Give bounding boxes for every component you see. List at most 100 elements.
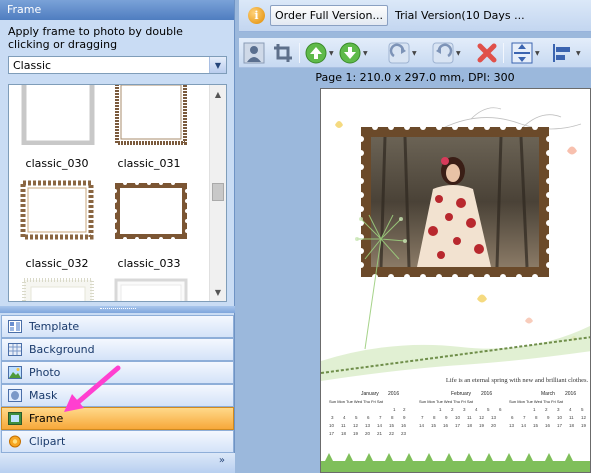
align-left-icon[interactable] xyxy=(551,42,573,64)
delete-icon[interactable] xyxy=(476,42,498,64)
scroll-up-icon[interactable]: ▲ xyxy=(210,86,226,102)
svg-text:19: 19 xyxy=(479,423,485,428)
svg-text:3: 3 xyxy=(463,407,466,412)
scrollbar-thumb[interactable] xyxy=(212,183,224,201)
svg-text:5: 5 xyxy=(355,415,358,420)
svg-text:2: 2 xyxy=(403,407,406,412)
svg-text:15: 15 xyxy=(389,423,395,428)
svg-text:14: 14 xyxy=(419,423,425,428)
nav-overflow-bar: » xyxy=(0,453,235,473)
svg-text:1: 1 xyxy=(393,407,396,412)
chevron-down-icon[interactable]: ▼ xyxy=(363,50,368,57)
svg-text:16: 16 xyxy=(443,423,449,428)
svg-text:15: 15 xyxy=(431,423,437,428)
svg-text:18: 18 xyxy=(341,431,347,436)
crop-icon[interactable] xyxy=(272,42,294,64)
nav-background[interactable]: Background xyxy=(1,338,234,361)
clipart-icon xyxy=(9,435,21,448)
svg-text:6: 6 xyxy=(511,415,514,420)
frame-panel: Frame Apply frame to photo by double cli… xyxy=(0,0,235,473)
svg-text:7: 7 xyxy=(421,415,424,420)
frame-thumb-lace[interactable] xyxy=(21,277,95,301)
svg-text:21: 21 xyxy=(377,431,383,436)
chevron-down-icon[interactable]: ▼ xyxy=(412,50,417,57)
svg-text:8: 8 xyxy=(433,415,436,420)
svg-text:12: 12 xyxy=(581,415,587,420)
annotation-arrow-icon xyxy=(64,365,121,412)
frame-label: classic_033 xyxy=(117,257,181,270)
svg-text:12: 12 xyxy=(479,415,485,420)
scroll-down-icon[interactable]: ▼ xyxy=(210,284,226,300)
toolbar-separator xyxy=(503,43,504,63)
background-icon xyxy=(8,343,22,356)
frame-icon xyxy=(8,412,22,425)
svg-text:6: 6 xyxy=(367,415,370,420)
svg-text:1: 1 xyxy=(439,407,442,412)
chevron-down-icon[interactable]: ▼ xyxy=(329,50,334,57)
svg-text:9: 9 xyxy=(403,415,406,420)
svg-text:4: 4 xyxy=(569,407,572,412)
order-full-version-button[interactable]: Order Full Version... xyxy=(270,5,388,26)
undo-icon[interactable] xyxy=(432,42,454,64)
svg-text:10: 10 xyxy=(329,423,335,428)
panel-splitter[interactable] xyxy=(0,306,235,313)
month-year: 2016 xyxy=(388,391,399,397)
chevron-down-icon[interactable]: ▼ xyxy=(209,57,226,73)
frame-thumb-top-left[interactable] xyxy=(21,85,95,146)
frame-category-select[interactable]: Classic ▼ xyxy=(8,56,227,74)
svg-text:18: 18 xyxy=(467,423,473,428)
nav-label: Mask xyxy=(29,389,58,402)
weekday-header: Sun Mon Tue Wed Thu Fri Sat xyxy=(329,399,384,404)
svg-text:1: 1 xyxy=(533,407,536,412)
month-title-march: March xyxy=(541,391,555,397)
svg-text:10: 10 xyxy=(455,415,461,420)
weekday-header: Sun Mon Tue Wed Thu Fri Sat xyxy=(509,399,564,404)
frame-thumb-plain-light[interactable] xyxy=(113,277,189,301)
chevron-down-icon[interactable]: ▼ xyxy=(535,50,540,57)
nav-template[interactable]: Template xyxy=(1,315,234,338)
svg-text:16: 16 xyxy=(401,423,407,428)
svg-text:17: 17 xyxy=(329,431,335,436)
svg-text:8: 8 xyxy=(391,415,394,420)
frame-thumb-top-right[interactable] xyxy=(113,85,189,147)
svg-text:4: 4 xyxy=(343,415,346,420)
frame-category-value: Classic xyxy=(13,59,52,72)
document-canvas[interactable]: Life is an eternal spring with new and b… xyxy=(320,88,591,473)
template-icon xyxy=(8,320,22,333)
svg-text:5: 5 xyxy=(581,407,584,412)
svg-text:4: 4 xyxy=(475,407,478,412)
align-vertical-icon[interactable] xyxy=(511,42,533,64)
frame-label: classic_031 xyxy=(117,157,181,170)
move-up-icon[interactable] xyxy=(305,42,327,64)
svg-text:6: 6 xyxy=(499,407,502,412)
chevron-down-icon[interactable]: ▼ xyxy=(576,50,581,57)
nav-clipart[interactable]: Clipart xyxy=(1,430,234,453)
month-year: 2016 xyxy=(565,391,576,397)
frame-thumb-classic-032[interactable] xyxy=(19,179,95,241)
svg-text:23: 23 xyxy=(401,431,407,436)
svg-text:9: 9 xyxy=(547,415,550,420)
move-down-icon[interactable] xyxy=(339,42,361,64)
person-icon[interactable] xyxy=(243,42,265,64)
svg-text:3: 3 xyxy=(557,407,560,412)
svg-text:16: 16 xyxy=(545,423,551,428)
svg-text:14: 14 xyxy=(377,423,383,428)
gallery-scrollbar[interactable]: ▲ ▼ xyxy=(209,85,226,301)
mask-icon xyxy=(8,389,22,402)
svg-text:18: 18 xyxy=(569,423,575,428)
frame-thumb-classic-033[interactable] xyxy=(111,179,191,243)
redo-icon[interactable] xyxy=(388,42,410,64)
nav-label: Template xyxy=(29,320,80,333)
chevron-down-icon[interactable]: ▼ xyxy=(456,50,461,57)
svg-text:12: 12 xyxy=(353,423,359,428)
month-title-january: January xyxy=(361,391,379,397)
more-options-icon[interactable]: » xyxy=(219,455,225,466)
panel-title: Frame xyxy=(0,0,234,20)
nav-label: Photo xyxy=(29,366,61,379)
svg-text:7: 7 xyxy=(523,415,526,420)
svg-text:13: 13 xyxy=(491,415,497,420)
svg-text:19: 19 xyxy=(353,431,359,436)
svg-text:19: 19 xyxy=(581,423,587,428)
photo-icon xyxy=(8,366,22,379)
month-year: 2016 xyxy=(481,391,492,397)
